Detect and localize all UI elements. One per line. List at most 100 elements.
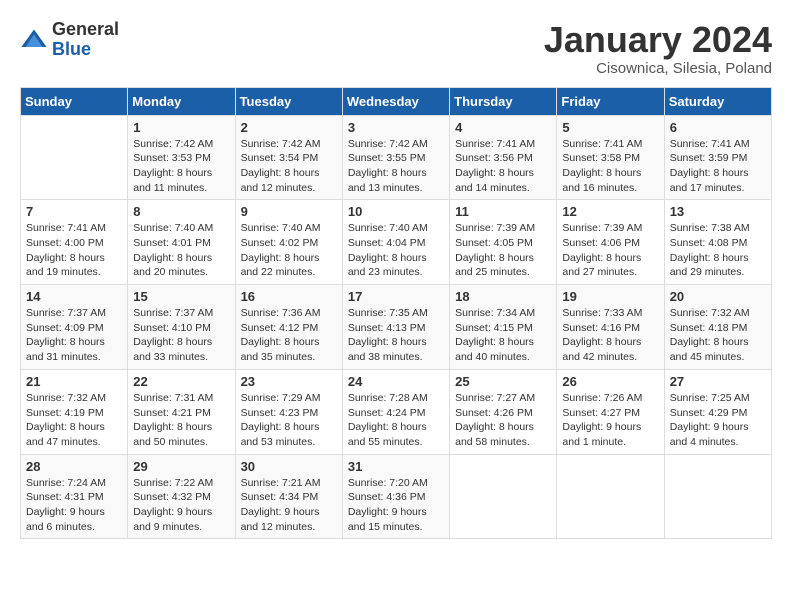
day-cell: 23Sunrise: 7:29 AMSunset: 4:23 PMDayligh… [235,369,342,454]
week-row-3: 14 Sunrise: 7:37 AMSunset: 4:09 PMDayligh… [21,285,772,370]
day-info: Sunrise: 7:20 AMSunset: 4:36 PMDaylight:… [348,476,444,535]
day-cell: 22Sunrise: 7:31 AMSunset: 4:21 PMDayligh… [128,369,235,454]
day-cell: 28 Sunrise: 7:24 AMSunset: 4:31 PMDayligh… [21,454,128,539]
day-cell: 8 Sunrise: 7:40 AMSunset: 4:01 PMDaylight… [128,200,235,285]
day-cell [557,454,664,539]
day-info: Sunrise: 7:24 AMSunset: 4:31 PMDaylight:… [26,476,122,535]
header-row: SundayMondayTuesdayWednesdayThursdayFrid… [21,87,772,115]
day-number: 19 [562,289,658,304]
day-cell: 27Sunrise: 7:25 AMSunset: 4:29 PMDayligh… [664,369,771,454]
day-info: Sunrise: 7:32 AMSunset: 4:18 PMDaylight:… [670,306,766,365]
day-cell: 29 Sunrise: 7:22 AMSunset: 4:32 PMDayligh… [128,454,235,539]
day-cell: 12 Sunrise: 7:39 AMSunset: 4:06 PMDayligh… [557,200,664,285]
day-cell: 16 Sunrise: 7:36 AMSunset: 4:12 PMDayligh… [235,285,342,370]
page-header: General Blue January 2024 Cisownica, Sil… [20,20,772,77]
day-cell: 20Sunrise: 7:32 AMSunset: 4:18 PMDayligh… [664,285,771,370]
day-info: Sunrise: 7:37 AMSunset: 4:10 PMDaylight:… [133,306,229,365]
day-number: 18 [455,289,551,304]
day-number: 17 [348,289,444,304]
day-number: 8 [133,204,229,219]
day-info: Sunrise: 7:33 AMSunset: 4:16 PMDaylight:… [562,306,658,365]
week-row-4: 21Sunrise: 7:32 AMSunset: 4:19 PMDayligh… [21,369,772,454]
day-info: Sunrise: 7:28 AMSunset: 4:24 PMDaylight:… [348,391,444,450]
day-cell: 19 Sunrise: 7:33 AMSunset: 4:16 PMDayligh… [557,285,664,370]
day-number: 9 [241,204,337,219]
day-cell: 31 Sunrise: 7:20 AMSunset: 4:36 PMDayligh… [342,454,449,539]
day-info: Sunrise: 7:39 AMSunset: 4:06 PMDaylight:… [562,221,658,280]
day-info: Sunrise: 7:41 AMSunset: 3:59 PMDaylight:… [670,137,766,196]
day-number: 14 [26,289,122,304]
day-info: Sunrise: 7:41 AMSunset: 3:56 PMDaylight:… [455,137,551,196]
day-number: 27 [670,374,766,389]
day-number: 30 [241,459,337,474]
day-info: Sunrise: 7:41 AMSunset: 3:58 PMDaylight:… [562,137,658,196]
day-number: 16 [241,289,337,304]
day-cell: 2Sunrise: 7:42 AMSunset: 3:54 PMDaylight… [235,115,342,200]
day-info: Sunrise: 7:42 AMSunset: 3:53 PMDaylight:… [133,137,229,196]
day-info: Sunrise: 7:22 AMSunset: 4:32 PMDaylight:… [133,476,229,535]
day-cell: 21Sunrise: 7:32 AMSunset: 4:19 PMDayligh… [21,369,128,454]
day-cell [664,454,771,539]
day-cell: 9 Sunrise: 7:40 AMSunset: 4:02 PMDaylight… [235,200,342,285]
day-number: 25 [455,374,551,389]
logo-general: General [52,20,119,40]
day-number: 28 [26,459,122,474]
day-number: 7 [26,204,122,219]
day-cell: 6 Sunrise: 7:41 AMSunset: 3:59 PMDaylight… [664,115,771,200]
day-info: Sunrise: 7:38 AMSunset: 4:08 PMDaylight:… [670,221,766,280]
day-number: 3 [348,120,444,135]
day-cell: 26 Sunrise: 7:26 AMSunset: 4:27 PMDayligh… [557,369,664,454]
day-info: Sunrise: 7:29 AMSunset: 4:23 PMDaylight:… [241,391,337,450]
logo: General Blue [20,20,119,60]
day-number: 5 [562,120,658,135]
header-day-wednesday: Wednesday [342,87,449,115]
day-number: 21 [26,374,122,389]
day-info: Sunrise: 7:40 AMSunset: 4:01 PMDaylight:… [133,221,229,280]
calendar-table: SundayMondayTuesdayWednesdayThursdayFrid… [20,87,772,540]
day-cell: 24 Sunrise: 7:28 AMSunset: 4:24 PMDayligh… [342,369,449,454]
day-number: 10 [348,204,444,219]
header-day-tuesday: Tuesday [235,87,342,115]
day-cell: 7 Sunrise: 7:41 AMSunset: 4:00 PMDaylight… [21,200,128,285]
location: Cisownica, Silesia, Poland [544,60,772,77]
day-number: 26 [562,374,658,389]
day-number: 24 [348,374,444,389]
week-row-1: 1 Sunrise: 7:42 AMSunset: 3:53 PMDaylight… [21,115,772,200]
day-info: Sunrise: 7:37 AMSunset: 4:09 PMDaylight:… [26,306,122,365]
day-cell: 11Sunrise: 7:39 AMSunset: 4:05 PMDayligh… [450,200,557,285]
header-day-monday: Monday [128,87,235,115]
day-info: Sunrise: 7:36 AMSunset: 4:12 PMDaylight:… [241,306,337,365]
day-number: 13 [670,204,766,219]
day-number: 31 [348,459,444,474]
day-cell [450,454,557,539]
day-number: 12 [562,204,658,219]
day-info: Sunrise: 7:39 AMSunset: 4:05 PMDaylight:… [455,221,551,280]
day-info: Sunrise: 7:42 AMSunset: 3:54 PMDaylight:… [241,137,337,196]
logo-text: General Blue [52,20,119,60]
header-day-sunday: Sunday [21,87,128,115]
day-cell: 13 Sunrise: 7:38 AMSunset: 4:08 PMDayligh… [664,200,771,285]
day-number: 29 [133,459,229,474]
day-info: Sunrise: 7:41 AMSunset: 4:00 PMDaylight:… [26,221,122,280]
day-cell: 1 Sunrise: 7:42 AMSunset: 3:53 PMDaylight… [128,115,235,200]
title-block: January 2024 Cisownica, Silesia, Poland [544,20,772,77]
day-info: Sunrise: 7:21 AMSunset: 4:34 PMDaylight:… [241,476,337,535]
day-cell: 10 Sunrise: 7:40 AMSunset: 4:04 PMDayligh… [342,200,449,285]
day-info: Sunrise: 7:42 AMSunset: 3:55 PMDaylight:… [348,137,444,196]
day-info: Sunrise: 7:35 AMSunset: 4:13 PMDaylight:… [348,306,444,365]
header-day-friday: Friday [557,87,664,115]
day-info: Sunrise: 7:40 AMSunset: 4:02 PMDaylight:… [241,221,337,280]
day-info: Sunrise: 7:27 AMSunset: 4:26 PMDaylight:… [455,391,551,450]
day-cell: 14 Sunrise: 7:37 AMSunset: 4:09 PMDayligh… [21,285,128,370]
day-cell: 15Sunrise: 7:37 AMSunset: 4:10 PMDayligh… [128,285,235,370]
day-cell: 3 Sunrise: 7:42 AMSunset: 3:55 PMDaylight… [342,115,449,200]
day-number: 4 [455,120,551,135]
week-row-2: 7 Sunrise: 7:41 AMSunset: 4:00 PMDaylight… [21,200,772,285]
logo-blue: Blue [52,40,119,60]
day-number: 1 [133,120,229,135]
day-number: 6 [670,120,766,135]
week-row-5: 28 Sunrise: 7:24 AMSunset: 4:31 PMDayligh… [21,454,772,539]
header-day-saturday: Saturday [664,87,771,115]
day-info: Sunrise: 7:26 AMSunset: 4:27 PMDaylight:… [562,391,658,450]
day-info: Sunrise: 7:40 AMSunset: 4:04 PMDaylight:… [348,221,444,280]
